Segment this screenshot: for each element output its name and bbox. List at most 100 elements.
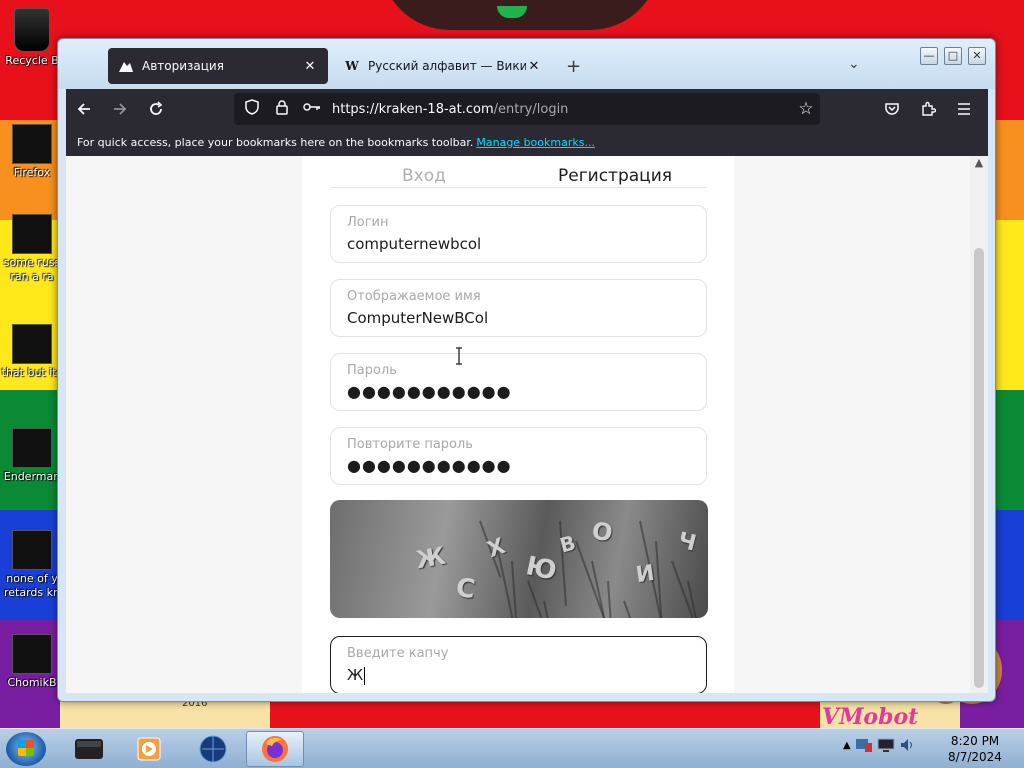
desktop-icon-label: ran a ra: [10, 270, 54, 283]
field-value: ●●●●●●●●●●●: [347, 456, 512, 475]
desktop-icon-chomikbox[interactable]: ChomikB: [0, 634, 64, 690]
tab-authorization[interactable]: Авторизация ✕: [108, 48, 328, 84]
firefox-icon: [12, 124, 52, 164]
captcha-noise-line: [511, 560, 521, 618]
desktop-icon-label: retards kn: [4, 586, 60, 599]
taskbar-app-terminal[interactable]: [60, 731, 118, 767]
extensions-button[interactable]: [910, 91, 946, 127]
key-icon[interactable]: [300, 101, 324, 117]
tab-title: Русский алфавит — Википеди: [368, 59, 526, 73]
taskbar-app-media-player[interactable]: [120, 731, 178, 767]
maximize-button[interactable]: □: [944, 47, 962, 65]
desktop-icon-recycle-bin[interactable]: Recycle B: [0, 8, 64, 68]
tray-expand-icon[interactable]: ▲: [843, 740, 851, 751]
desktop-icon-folder[interactable]: that but its: [0, 324, 64, 380]
pocket-button[interactable]: [874, 91, 910, 127]
new-tab-button[interactable]: +: [566, 56, 581, 77]
close-window-button[interactable]: ✕: [968, 47, 986, 65]
tracking-shield-icon[interactable]: [240, 99, 264, 119]
text-caret: [364, 666, 366, 685]
firefox-icon: [262, 736, 288, 762]
globe-icon: [199, 735, 227, 763]
reload-icon: [150, 101, 163, 115]
monitor-icon[interactable]: [877, 737, 895, 753]
clock-time: 8:20 PM: [950, 734, 1000, 748]
app-icon: [75, 739, 103, 759]
taskbar-app-globe[interactable]: [184, 731, 242, 767]
tab-list-chevron-icon[interactable]: ⌄: [848, 56, 860, 72]
bookmark-star-icon[interactable]: ☆: [792, 99, 820, 119]
pocket-icon: [885, 103, 899, 115]
field-label: Повторите пароль: [347, 437, 473, 452]
text-cursor-icon: [456, 347, 462, 365]
auth-card: Вход Регистрация Логин computernewbcol О…: [302, 156, 734, 693]
navigation-toolbar: https://kraken-18-at.com/entry/login ☆: [66, 89, 988, 129]
field-value: ●●●●●●●●●●●: [347, 382, 512, 401]
display-name-field[interactable]: Отображаемое имя ComputerNewBCol: [330, 279, 707, 337]
captcha-input-text: Ж: [347, 666, 364, 684]
repeat-password-field[interactable]: Повторите пароль ●●●●●●●●●●●: [330, 427, 707, 485]
login-field[interactable]: Логин computernewbcol: [330, 205, 707, 263]
browser-window: Авторизация ✕ W Русский алфавит — Википе…: [57, 38, 996, 702]
puzzle-icon: [922, 101, 936, 116]
desktop-icon-label: ChomikB: [7, 676, 57, 689]
url-text[interactable]: https://kraken-18-at.com/entry/login: [332, 102, 792, 117]
auth-tabs: Вход Регистрация: [330, 156, 706, 188]
captcha-noise-line: [623, 600, 655, 618]
desktop-icon-shortcut[interactable]: some russ ran a ra: [0, 214, 64, 284]
desktop-icon-label: some russ: [3, 256, 61, 269]
field-label: Пароль: [347, 363, 397, 378]
tab-login[interactable]: Вход: [402, 166, 446, 186]
captcha-noise-line: [543, 600, 558, 618]
wallpaper-watermark: VMobot: [822, 704, 919, 728]
minimize-button[interactable]: —: [920, 47, 938, 65]
captcha-input[interactable]: Введите капчу Ж: [330, 636, 707, 693]
bookmarks-hint-text: For quick access, place your bookmarks h…: [77, 136, 474, 149]
lock-icon[interactable]: [270, 99, 294, 119]
password-field[interactable]: Пароль ●●●●●●●●●●●: [330, 353, 707, 411]
clock-date: 8/7/2024: [948, 750, 1002, 764]
tab-close-icon[interactable]: ✕: [302, 59, 318, 74]
captcha-char: И: [634, 560, 657, 589]
field-value: Ж: [347, 664, 690, 686]
desktop-icon-firefox[interactable]: Firefox: [0, 124, 64, 180]
desktop-icon-enderman[interactable]: Enderman: [0, 428, 64, 484]
captcha-char: О: [589, 516, 615, 548]
field-label: Введите капчу: [347, 646, 449, 661]
forward-button[interactable]: [102, 91, 138, 127]
system-clock[interactable]: 8:20 PM 8/7/2024: [940, 733, 1010, 765]
taskbar-app-firefox[interactable]: [246, 731, 304, 767]
page-scrollbar[interactable]: ▲: [970, 156, 988, 693]
tab-wikipedia[interactable]: W Русский алфавит — Википеди ✕: [334, 48, 552, 84]
tab-register[interactable]: Регистрация: [558, 166, 672, 186]
page-viewport: Вход Регистрация Логин computernewbcol О…: [66, 156, 970, 693]
field-value: computernewbcol: [347, 235, 482, 253]
toolbar-right: [874, 91, 982, 127]
address-bar[interactable]: https://kraken-18-at.com/entry/login ☆: [234, 93, 820, 125]
network-flag-icon[interactable]: [855, 737, 873, 753]
menu-button[interactable]: [946, 91, 982, 127]
desktop-icon-label: Enderman: [3, 470, 61, 483]
tab-close-icon[interactable]: ✕: [526, 59, 542, 74]
site-favicon-icon: [118, 58, 134, 74]
scrollbar-thumb[interactable]: [974, 248, 984, 688]
back-arrow-icon: [77, 103, 90, 115]
url-path: /entry/login: [493, 101, 569, 117]
url-host: https://kraken-18-at.com: [332, 101, 494, 117]
manage-bookmarks-link[interactable]: Manage bookmarks...: [476, 136, 595, 149]
desktop-icon-label: Firefox: [13, 166, 51, 179]
desktop-icon-shortcut[interactable]: none of y retards kn: [0, 530, 64, 600]
taskbar: ▲ 8:20 PM 8/7/2024: [0, 728, 1024, 768]
reload-button[interactable]: [138, 91, 174, 127]
forward-arrow-icon: [114, 103, 127, 115]
start-button[interactable]: [6, 732, 46, 766]
field-label: Отображаемое имя: [347, 289, 481, 304]
app-icon: [12, 634, 52, 674]
hamburger-icon: [958, 103, 970, 115]
scroll-up-arrow-icon[interactable]: ▲: [970, 156, 988, 174]
volume-icon[interactable]: [899, 737, 915, 753]
field-label: Логин: [347, 215, 389, 230]
folder-icon: [12, 324, 52, 364]
back-button[interactable]: [66, 91, 102, 127]
desktop-icon-label: none of y: [6, 572, 58, 585]
